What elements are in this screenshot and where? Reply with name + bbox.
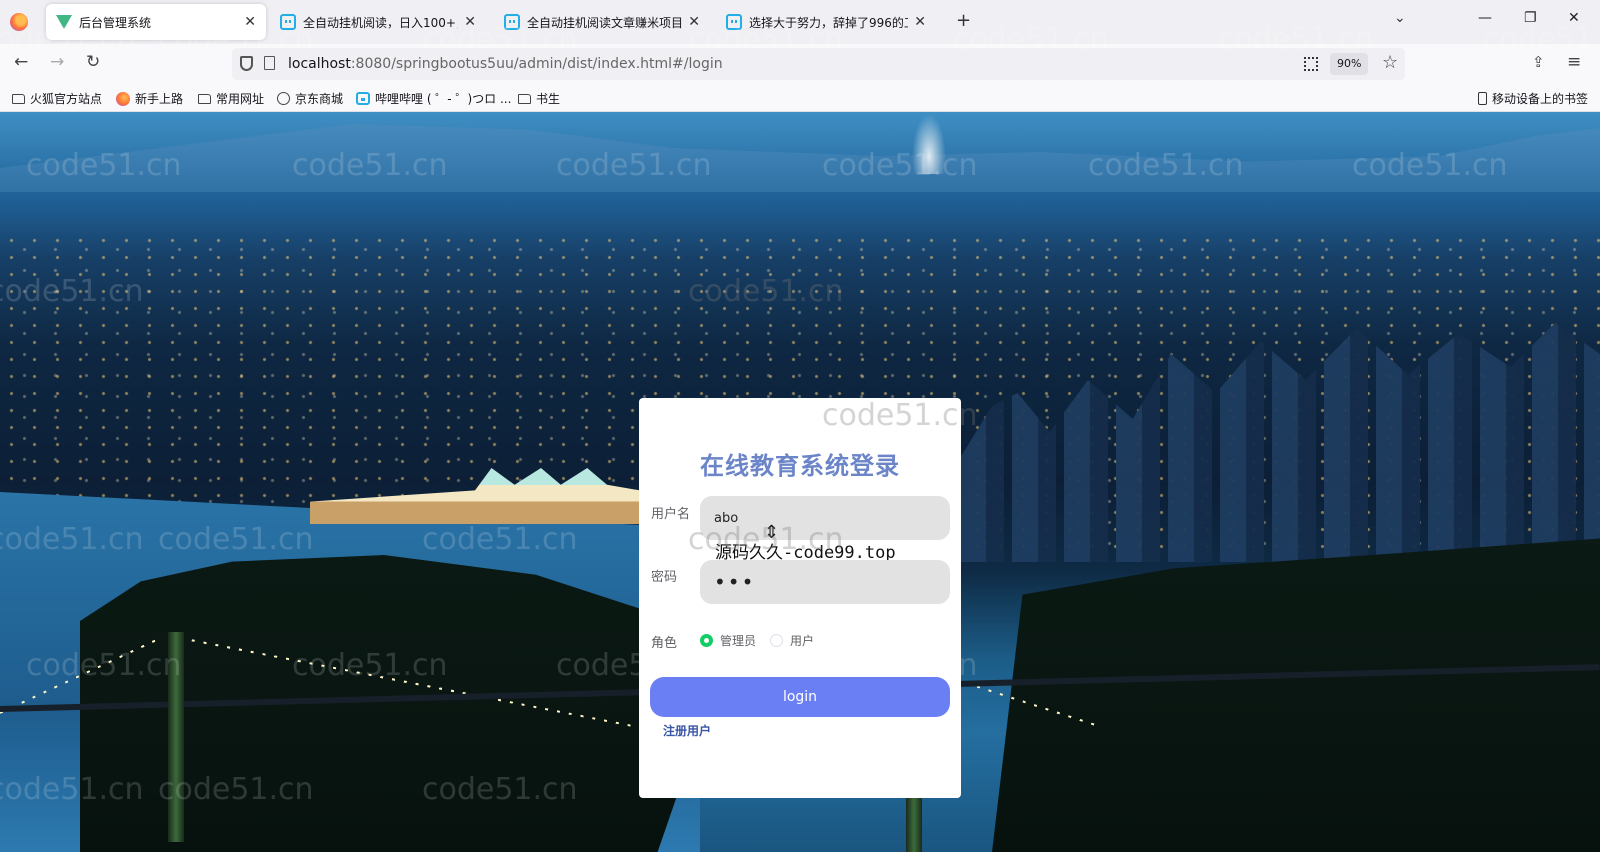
password-label: 密码: [651, 570, 678, 585]
steam-plume: [912, 114, 946, 174]
url-host: localhost: [288, 56, 351, 72]
role-label: 角色: [651, 636, 678, 651]
url-path: :8080/springbootus5uu/admin/dist/index.h…: [350, 56, 723, 72]
bookmark-bilibili[interactable]: 哔哩哔哩 ( ゜- ゜)つロ ...: [356, 90, 511, 107]
bookmark-mobile[interactable]: 移动设备上的书签: [1478, 90, 1588, 107]
bookmark-label: 新手上路: [135, 92, 184, 106]
bilibili-icon: [356, 92, 370, 105]
url-text[interactable]: localhost:8080/springbootus5uu/admin/dis…: [288, 56, 723, 72]
role-radio-group: 管理员 用户: [700, 632, 828, 649]
url-bar[interactable]: localhost:8080/springbootus5uu/admin/dis…: [232, 48, 1405, 80]
forward-button[interactable]: →: [50, 52, 64, 72]
bookmark-label: 移动设备上的书签: [1492, 92, 1589, 106]
mountain-range: [0, 124, 1600, 192]
firefox-icon: [116, 91, 130, 106]
bridge-tower: [168, 632, 184, 842]
bookmark-label: 书生: [536, 92, 561, 106]
tab-reading-2[interactable]: 全自动挂机阅读文章赚米项目， ✕: [494, 4, 710, 40]
minimize-button[interactable]: —: [1478, 10, 1492, 26]
login-page-background: 在线教育系统登录 用户名 ⇕ 源码久久-code99.top 密码 ••• 角色…: [0, 112, 1600, 852]
qr-code-icon[interactable]: [1304, 57, 1318, 71]
bookmark-label: 常用网址: [216, 92, 265, 106]
mobile-device-icon: [1478, 92, 1487, 105]
login-title: 在线教育系统登录: [700, 451, 900, 480]
tab-admin-system[interactable]: 后台管理系统 ✕: [46, 4, 266, 40]
share-icon[interactable]: ⇪: [1532, 53, 1545, 71]
role-admin-radio[interactable]: [700, 634, 713, 647]
bookmarks-toolbar: 火狐官方站点 新手上路 常用网址 京东商城 哔哩哔哩 ( ゜- ゜)つロ ...…: [0, 84, 1600, 112]
tab-choice[interactable]: 选择大于努力，辞掉了996的工 ✕: [716, 4, 936, 40]
bilibili-icon: [504, 14, 520, 30]
bookmark-shusheng[interactable]: 书生: [518, 90, 560, 107]
tab-title: 后台管理系统: [79, 15, 152, 30]
back-button[interactable]: ←: [14, 52, 28, 72]
bilibili-icon: [726, 14, 742, 30]
bookmark-jd[interactable]: 京东商城: [277, 90, 343, 107]
close-tab-icon[interactable]: ✕: [464, 14, 476, 30]
username-label: 用户名: [651, 507, 691, 522]
tab-reading-1[interactable]: 全自动挂机阅读，日入100+，1 ✕: [270, 4, 486, 40]
bookmark-firefox-site[interactable]: 火狐官方站点: [12, 90, 102, 107]
tab-title: 选择大于努力，辞掉了996的工: [749, 15, 909, 30]
firefox-icon[interactable]: [10, 13, 28, 31]
vue-icon: [56, 15, 72, 29]
close-tab-icon[interactable]: ✕: [688, 14, 700, 30]
bookmark-label: 火狐官方站点: [30, 92, 103, 106]
role-user-label[interactable]: 用户: [790, 632, 814, 649]
bookmark-getting-started[interactable]: 新手上路: [116, 90, 183, 107]
tab-title: 全自动挂机阅读文章赚米项目，: [527, 15, 683, 30]
restore-button[interactable]: ❐: [1524, 10, 1537, 26]
app-menu-icon[interactable]: ≡: [1567, 52, 1581, 72]
reload-button[interactable]: ↻: [86, 52, 100, 72]
zoom-level-badge[interactable]: 90%: [1330, 53, 1369, 75]
bookmark-label: 京东商城: [295, 92, 344, 106]
bookmark-star-icon[interactable]: ☆: [1382, 52, 1398, 73]
window-close-button[interactable]: ✕: [1568, 10, 1580, 26]
password-input[interactable]: •••: [700, 560, 950, 604]
folder-icon: [12, 93, 25, 104]
page-info-icon[interactable]: [264, 56, 275, 70]
close-tab-icon[interactable]: ✕: [244, 14, 256, 30]
folder-icon: [198, 93, 211, 104]
bookmark-label: 哔哩哔哩 ( ゜- ゜)つロ ...: [375, 92, 512, 106]
register-link[interactable]: 注册用户: [663, 722, 711, 739]
navigation-toolbar: ← → ↻ localhost:8080/springbootus5uu/adm…: [0, 44, 1600, 84]
login-button[interactable]: login: [650, 677, 950, 717]
username-input[interactable]: [700, 496, 950, 540]
tracking-protection-icon[interactable]: [240, 56, 253, 71]
bookmark-common-sites[interactable]: 常用网址: [198, 90, 264, 107]
list-all-tabs-icon[interactable]: ⌄: [1394, 10, 1406, 26]
folder-icon: [518, 93, 531, 104]
tab-title: 全自动挂机阅读，日入100+，1: [303, 15, 458, 30]
globe-icon: [277, 92, 290, 105]
tab-strip: 后台管理系统 ✕ 全自动挂机阅读，日入100+，1 ✕ 全自动挂机阅读文章赚米项…: [0, 0, 1600, 44]
role-user-radio[interactable]: [770, 634, 784, 647]
close-tab-icon[interactable]: ✕: [914, 14, 926, 30]
new-tab-button[interactable]: +: [956, 10, 971, 31]
bilibili-icon: [280, 14, 296, 30]
role-admin-label[interactable]: 管理员: [720, 632, 756, 649]
login-form: 在线教育系统登录 用户名 ⇕ 源码久久-code99.top 密码 ••• 角色…: [639, 398, 961, 798]
